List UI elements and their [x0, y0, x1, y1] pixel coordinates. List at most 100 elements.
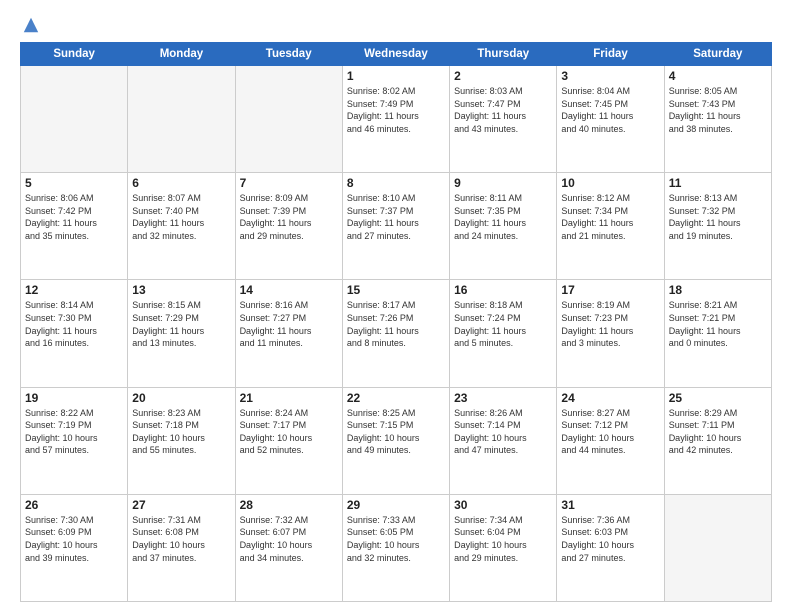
- day-number: 19: [25, 391, 123, 405]
- day-info: Sunrise: 8:09 AM Sunset: 7:39 PM Dayligh…: [240, 192, 338, 242]
- day-info: Sunrise: 8:23 AM Sunset: 7:18 PM Dayligh…: [132, 407, 230, 457]
- calendar-cell: 24 Sunrise: 8:27 AM Sunset: 7:12 PM Dayli…: [557, 387, 664, 494]
- day-info: Sunrise: 8:02 AM Sunset: 7:49 PM Dayligh…: [347, 85, 445, 135]
- day-number: 20: [132, 391, 230, 405]
- weekday-header-wednesday: Wednesday: [342, 43, 449, 66]
- day-number: 27: [132, 498, 230, 512]
- day-info: Sunrise: 8:14 AM Sunset: 7:30 PM Dayligh…: [25, 299, 123, 349]
- calendar-cell: [21, 66, 128, 173]
- day-info: Sunrise: 8:03 AM Sunset: 7:47 PM Dayligh…: [454, 85, 552, 135]
- weekday-header-tuesday: Tuesday: [235, 43, 342, 66]
- day-info: Sunrise: 8:29 AM Sunset: 7:11 PM Dayligh…: [669, 407, 767, 457]
- day-info: Sunrise: 7:30 AM Sunset: 6:09 PM Dayligh…: [25, 514, 123, 564]
- calendar-cell: 17 Sunrise: 8:19 AM Sunset: 7:23 PM Dayli…: [557, 280, 664, 387]
- logo: [20, 16, 40, 34]
- calendar-week-1: 1 Sunrise: 8:02 AM Sunset: 7:49 PM Daylig…: [21, 66, 772, 173]
- day-number: 25: [669, 391, 767, 405]
- day-info: Sunrise: 8:07 AM Sunset: 7:40 PM Dayligh…: [132, 192, 230, 242]
- calendar-cell: 2 Sunrise: 8:03 AM Sunset: 7:47 PM Daylig…: [450, 66, 557, 173]
- calendar-cell: 20 Sunrise: 8:23 AM Sunset: 7:18 PM Dayli…: [128, 387, 235, 494]
- day-number: 2: [454, 69, 552, 83]
- weekday-header-friday: Friday: [557, 43, 664, 66]
- calendar-cell: 28 Sunrise: 7:32 AM Sunset: 6:07 PM Dayli…: [235, 494, 342, 601]
- calendar-week-2: 5 Sunrise: 8:06 AM Sunset: 7:42 PM Daylig…: [21, 173, 772, 280]
- calendar-cell: 1 Sunrise: 8:02 AM Sunset: 7:49 PM Daylig…: [342, 66, 449, 173]
- day-number: 31: [561, 498, 659, 512]
- day-info: Sunrise: 8:05 AM Sunset: 7:43 PM Dayligh…: [669, 85, 767, 135]
- calendar-cell: [235, 66, 342, 173]
- day-info: Sunrise: 8:12 AM Sunset: 7:34 PM Dayligh…: [561, 192, 659, 242]
- calendar-cell: 11 Sunrise: 8:13 AM Sunset: 7:32 PM Dayli…: [664, 173, 771, 280]
- calendar-cell: 18Sunrise: 8:21 AM Sunset: 7:21 PM Dayli…: [664, 280, 771, 387]
- calendar-cell: 14 Sunrise: 8:16 AM Sunset: 7:27 PM Dayli…: [235, 280, 342, 387]
- calendar-cell: 31Sunrise: 7:36 AM Sunset: 6:03 PM Dayli…: [557, 494, 664, 601]
- calendar-cell: 29 Sunrise: 7:33 AM Sunset: 6:05 PM Dayli…: [342, 494, 449, 601]
- day-number: 6: [132, 176, 230, 190]
- calendar-cell: 23 Sunrise: 8:26 AM Sunset: 7:14 PM Dayli…: [450, 387, 557, 494]
- day-number: 14: [240, 283, 338, 297]
- day-info: Sunrise: 8:18 AM Sunset: 7:24 PM Dayligh…: [454, 299, 552, 349]
- day-number: 17: [561, 283, 659, 297]
- day-number: 28: [240, 498, 338, 512]
- day-info: Sunrise: 7:33 AM Sunset: 6:05 PM Dayligh…: [347, 514, 445, 564]
- calendar-cell: 21 Sunrise: 8:24 AM Sunset: 7:17 PM Dayli…: [235, 387, 342, 494]
- day-number: 16: [454, 283, 552, 297]
- day-number: 24: [561, 391, 659, 405]
- calendar-cell: 7 Sunrise: 8:09 AM Sunset: 7:39 PM Daylig…: [235, 173, 342, 280]
- day-info: Sunrise: 8:19 AM Sunset: 7:23 PM Dayligh…: [561, 299, 659, 349]
- day-info: Sunrise: 8:11 AM Sunset: 7:35 PM Dayligh…: [454, 192, 552, 242]
- calendar-cell: 22 Sunrise: 8:25 AM Sunset: 7:15 PM Dayli…: [342, 387, 449, 494]
- day-info: Sunrise: 8:06 AM Sunset: 7:42 PM Dayligh…: [25, 192, 123, 242]
- calendar-cell: 9 Sunrise: 8:11 AM Sunset: 7:35 PM Daylig…: [450, 173, 557, 280]
- day-number: 21: [240, 391, 338, 405]
- logo-icon: [22, 16, 40, 34]
- day-info: Sunrise: 8:15 AM Sunset: 7:29 PM Dayligh…: [132, 299, 230, 349]
- calendar-cell: 30Sunrise: 7:34 AM Sunset: 6:04 PM Dayli…: [450, 494, 557, 601]
- day-number: 30: [454, 498, 552, 512]
- calendar-table: SundayMondayTuesdayWednesdayThursdayFrid…: [20, 42, 772, 602]
- day-number: 18: [669, 283, 767, 297]
- day-number: 1: [347, 69, 445, 83]
- calendar-cell: [664, 494, 771, 601]
- day-info: Sunrise: 8:17 AM Sunset: 7:26 PM Dayligh…: [347, 299, 445, 349]
- day-info: Sunrise: 8:25 AM Sunset: 7:15 PM Dayligh…: [347, 407, 445, 457]
- day-number: 9: [454, 176, 552, 190]
- calendar-cell: 10Sunrise: 8:12 AM Sunset: 7:34 PM Dayli…: [557, 173, 664, 280]
- weekday-header-thursday: Thursday: [450, 43, 557, 66]
- day-number: 3: [561, 69, 659, 83]
- weekday-header-row: SundayMondayTuesdayWednesdayThursdayFrid…: [21, 43, 772, 66]
- calendar-cell: 8 Sunrise: 8:10 AM Sunset: 7:37 PM Daylig…: [342, 173, 449, 280]
- day-info: Sunrise: 8:16 AM Sunset: 7:27 PM Dayligh…: [240, 299, 338, 349]
- weekday-header-saturday: Saturday: [664, 43, 771, 66]
- day-number: 23: [454, 391, 552, 405]
- calendar-cell: 13 Sunrise: 8:15 AM Sunset: 7:29 PM Dayli…: [128, 280, 235, 387]
- day-number: 15: [347, 283, 445, 297]
- day-number: 13: [132, 283, 230, 297]
- calendar-cell: 5 Sunrise: 8:06 AM Sunset: 7:42 PM Daylig…: [21, 173, 128, 280]
- day-number: 7: [240, 176, 338, 190]
- day-number: 22: [347, 391, 445, 405]
- day-info: Sunrise: 8:13 AM Sunset: 7:32 PM Dayligh…: [669, 192, 767, 242]
- header: [20, 16, 772, 34]
- day-number: 4: [669, 69, 767, 83]
- day-number: 12: [25, 283, 123, 297]
- calendar-cell: [128, 66, 235, 173]
- calendar-cell: 25 Sunrise: 8:29 AM Sunset: 7:11 PM Dayli…: [664, 387, 771, 494]
- day-info: Sunrise: 7:31 AM Sunset: 6:08 PM Dayligh…: [132, 514, 230, 564]
- day-info: Sunrise: 7:32 AM Sunset: 6:07 PM Dayligh…: [240, 514, 338, 564]
- calendar-cell: 4 Sunrise: 8:05 AM Sunset: 7:43 PM Daylig…: [664, 66, 771, 173]
- calendar-week-5: 26 Sunrise: 7:30 AM Sunset: 6:09 PM Dayli…: [21, 494, 772, 601]
- calendar-cell: 16 Sunrise: 8:18 AM Sunset: 7:24 PM Dayli…: [450, 280, 557, 387]
- day-info: Sunrise: 8:27 AM Sunset: 7:12 PM Dayligh…: [561, 407, 659, 457]
- weekday-header-sunday: Sunday: [21, 43, 128, 66]
- day-info: Sunrise: 8:26 AM Sunset: 7:14 PM Dayligh…: [454, 407, 552, 457]
- day-number: 11: [669, 176, 767, 190]
- day-number: 8: [347, 176, 445, 190]
- day-number: 26: [25, 498, 123, 512]
- day-number: 5: [25, 176, 123, 190]
- day-info: Sunrise: 8:24 AM Sunset: 7:17 PM Dayligh…: [240, 407, 338, 457]
- day-info: Sunrise: 8:10 AM Sunset: 7:37 PM Dayligh…: [347, 192, 445, 242]
- day-info: Sunrise: 8:04 AM Sunset: 7:45 PM Dayligh…: [561, 85, 659, 135]
- day-number: 29: [347, 498, 445, 512]
- calendar-week-3: 12 Sunrise: 8:14 AM Sunset: 7:30 PM Dayli…: [21, 280, 772, 387]
